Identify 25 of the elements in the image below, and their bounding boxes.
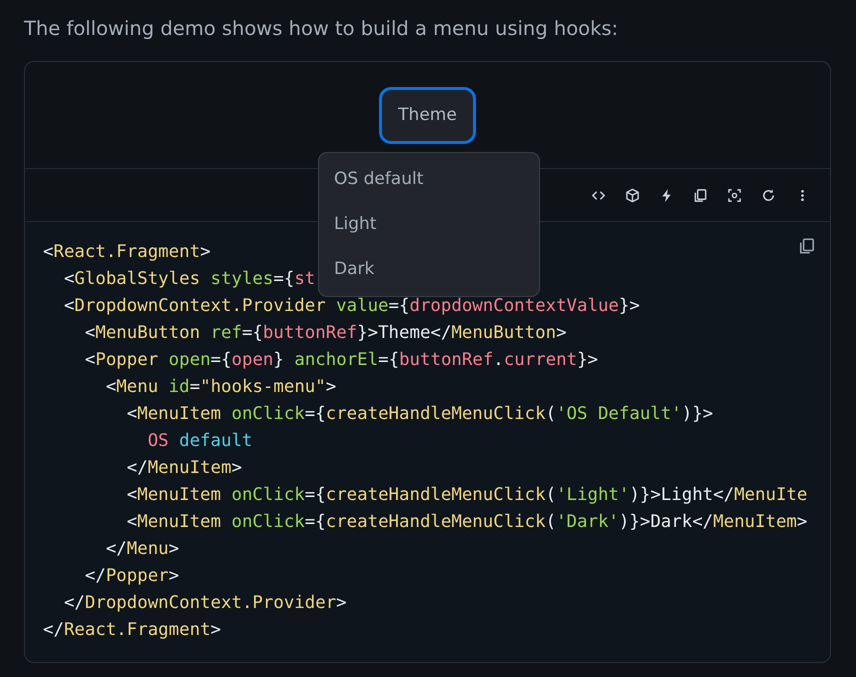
cube-icon[interactable] (625, 188, 640, 202)
copy-icon[interactable] (798, 237, 816, 255)
code-line: <MenuItem onClick={createHandleMenuClick('OS Default')}> (126, 403, 714, 426)
code-line: <Menu id="hooks-menu"> (104, 376, 336, 399)
code-line: <MenuButton ref={buttonRef}>Theme</MenuButton> (84, 322, 567, 345)
theme-button[interactable]: Theme (379, 86, 476, 144)
code-line: <DropdownContext.Provider value={dropdownContextValue}> (62, 295, 640, 318)
menu-item[interactable]: OS default (319, 157, 539, 202)
code-line: <GlobalStyles styles={st (62, 268, 316, 291)
code-line: OS default (146, 430, 252, 453)
menu-item[interactable]: Light (319, 202, 539, 247)
code-line: </Menu> (104, 538, 180, 561)
screenshot-icon[interactable] (727, 188, 742, 202)
code-line: </MenuItem> (126, 457, 242, 480)
copy-icon[interactable] (693, 188, 708, 202)
intro-text: The following demo shows how to build a menu using hooks: (24, 16, 620, 42)
code-line: </Popper> (84, 565, 180, 588)
code-line: <React.Fragment> (43, 241, 211, 264)
code-line: </React.Fragment> (43, 619, 222, 642)
reload-icon[interactable] (761, 188, 776, 202)
code-line: <Popper open={open} anchorEl={buttonRef.current}> (84, 349, 598, 372)
code-line: </DropdownContext.Provider> (62, 592, 347, 615)
menu-item[interactable]: Dark (319, 247, 539, 292)
code-line: <MenuItem onClick={createHandleMenuClick('Dark')}>Dark</MenuItem> (126, 511, 808, 534)
code-line: <MenuItem onClick={createHandleMenuClick('Light')}>Light</MenuIte (126, 484, 808, 507)
